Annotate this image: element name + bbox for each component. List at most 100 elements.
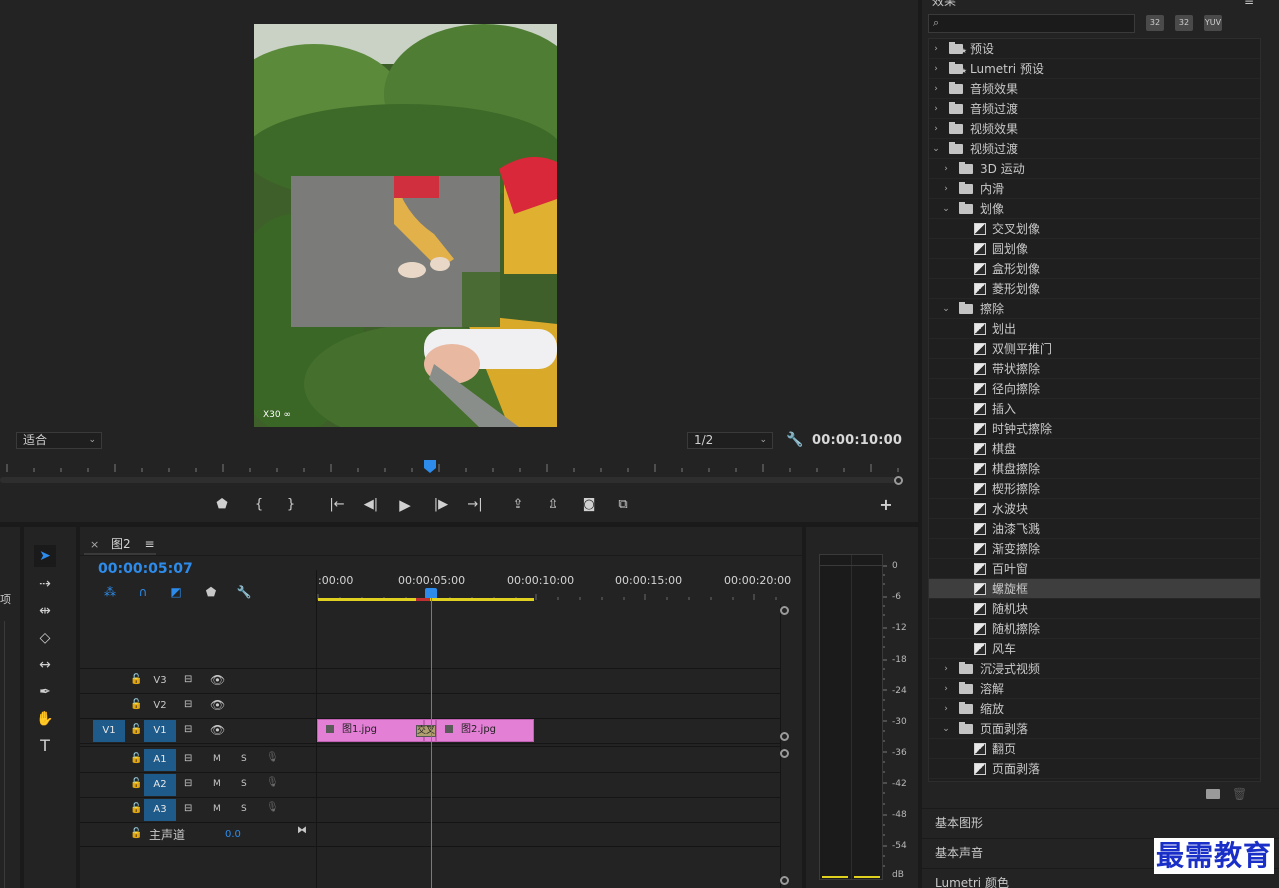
chevron-right-icon[interactable]: › — [941, 679, 951, 699]
effect-item[interactable]: 页面剥落 — [929, 759, 1260, 779]
clip-image-2[interactable]: 图2.jpg — [436, 719, 534, 742]
eye-icon[interactable]: 👁 — [210, 723, 225, 737]
button-editor-add-button[interactable]: + — [876, 495, 896, 515]
go-to-out-button[interactable]: →| — [465, 495, 485, 515]
effect-item[interactable]: 圆划像 — [929, 239, 1260, 259]
microphone-icon[interactable]: 🎙 — [266, 777, 279, 788]
snap-magnet-icon[interactable]: ∩ — [135, 585, 151, 601]
chevron-right-icon[interactable]: › — [931, 39, 941, 59]
lock-icon[interactable]: 🔓 — [130, 778, 142, 789]
effect-folder[interactable]: › 溶解 — [929, 679, 1260, 699]
track-label-v3[interactable]: V3 — [144, 670, 176, 692]
audio-scroll-handle-top[interactable] — [780, 749, 789, 758]
compare-view-button[interactable]: ⧉ — [613, 495, 633, 515]
effect-folder[interactable]: › ★ Lumetri 预设 — [929, 59, 1260, 79]
slip-tool[interactable]: ↔ — [34, 654, 56, 676]
go-to-end-icon[interactable]: ⧓ — [297, 825, 307, 836]
lock-icon[interactable]: 🔓 — [130, 674, 142, 685]
effect-item[interactable]: 交叉划像 — [929, 219, 1260, 239]
sync-lock-icon[interactable]: ⊟ — [184, 699, 192, 710]
chevron-down-icon[interactable]: ⌄ — [941, 299, 951, 319]
track-label-a1[interactable]: A1 — [144, 749, 176, 771]
extract-button[interactable]: ⇫ — [543, 495, 563, 515]
video-scroll-handle-top[interactable] — [780, 606, 789, 615]
program-playhead[interactable] — [424, 460, 436, 473]
sync-lock-icon[interactable]: ⊟ — [184, 803, 192, 814]
effect-item[interactable]: 径向擦除 — [929, 379, 1260, 399]
effect-item[interactable]: 插入 — [929, 399, 1260, 419]
chevron-down-icon[interactable]: ⌄ — [931, 139, 941, 159]
accelerated-effects-icon[interactable]: 32 — [1146, 15, 1164, 31]
lift-button[interactable]: ⇪ — [508, 495, 528, 515]
effect-folder[interactable]: ⌄ 视频过渡 — [929, 139, 1260, 159]
timeline-playhead-line[interactable] — [431, 596, 432, 888]
add-marker-icon[interactable]: ⬟ — [203, 585, 219, 601]
hand-tool[interactable]: ✋ — [34, 708, 56, 730]
transition-marker[interactable]: 交叉 — [416, 725, 436, 737]
solo-button[interactable]: S — [241, 804, 247, 814]
video-scroll-handle-bottom[interactable] — [780, 732, 789, 741]
chevron-right-icon[interactable]: › — [941, 659, 951, 679]
program-zoom-scrollbar[interactable] — [0, 477, 896, 483]
close-icon[interactable]: × — [90, 538, 99, 551]
linked-selection-icon[interactable]: ◩ — [168, 585, 184, 601]
effect-item[interactable]: 随机擦除 — [929, 619, 1260, 639]
track-label-a2[interactable]: A2 — [144, 774, 176, 796]
lock-icon[interactable]: 🔓 — [130, 753, 142, 764]
mute-button[interactable]: M — [213, 779, 221, 789]
track-select-tool[interactable]: ⇢ — [34, 573, 56, 595]
sync-lock-icon[interactable]: ⊟ — [184, 724, 192, 735]
selection-tool[interactable]: ➤ — [34, 545, 56, 567]
lock-icon[interactable]: 🔓 — [130, 803, 142, 814]
play-button[interactable]: ▶ — [395, 495, 415, 515]
effect-item[interactable]: 百叶窗 — [929, 559, 1260, 579]
wrench-icon[interactable]: 🔧 — [786, 432, 803, 448]
chevron-right-icon[interactable]: › — [931, 59, 941, 79]
sync-lock-icon[interactable]: ⊟ — [184, 674, 192, 685]
effect-item[interactable]: 菱形划像 — [929, 279, 1260, 299]
step-forward-button[interactable]: |▶ — [431, 495, 451, 515]
mark-out-button[interactable]: } — [281, 495, 301, 515]
effect-folder[interactable]: › 音频效果 — [929, 79, 1260, 99]
program-video-frame[interactable]: X30 ∞ — [254, 24, 557, 427]
panel-menu-icon[interactable]: ≡ — [145, 537, 155, 551]
track-label-v1[interactable]: V1 — [144, 720, 176, 742]
effect-folder[interactable]: ⌄ 划像 — [929, 199, 1260, 219]
effect-item[interactable]: 双侧平推门 — [929, 339, 1260, 359]
effects-search-input[interactable]: ⌕ — [928, 14, 1135, 33]
effect-item[interactable]: 翻页 — [929, 739, 1260, 759]
step-back-button[interactable]: ◀| — [361, 495, 381, 515]
effect-folder[interactable]: ⌄ 擦除 — [929, 299, 1260, 319]
chevron-right-icon[interactable]: › — [931, 99, 941, 119]
program-mini-ruler[interactable] — [0, 458, 905, 474]
effect-folder[interactable]: › 音频过渡 — [929, 99, 1260, 119]
essential-graphics-panel-tab[interactable]: 基本图形 — [922, 808, 1279, 836]
go-to-in-button[interactable]: |← — [327, 495, 347, 515]
effect-item[interactable]: 螺旋框 — [929, 579, 1260, 599]
effect-item[interactable]: 随机块 — [929, 599, 1260, 619]
type-tool[interactable]: T — [34, 735, 56, 757]
effect-item[interactable]: 时钟式擦除 — [929, 419, 1260, 439]
solo-button[interactable]: S — [241, 779, 247, 789]
effect-item[interactable]: 带状擦除 — [929, 359, 1260, 379]
32bit-effects-icon[interactable]: 32 — [1175, 15, 1193, 31]
audio-scroll-handle-bottom[interactable] — [780, 876, 789, 885]
sequence-timecode[interactable]: 00:00:05:07 — [98, 561, 193, 577]
effect-item[interactable]: 棋盘 — [929, 439, 1260, 459]
master-volume-value[interactable]: 0.0 — [225, 829, 241, 840]
timeline-vertical-scrollbar[interactable] — [780, 605, 790, 888]
effect-item[interactable]: 楔形擦除 — [929, 479, 1260, 499]
fit-select[interactable]: 适合 ⌄ — [16, 432, 102, 449]
add-marker-button[interactable]: ⬟ — [212, 495, 232, 515]
effect-item[interactable]: 油漆飞溅 — [929, 519, 1260, 539]
eye-icon[interactable]: 👁 — [210, 698, 225, 712]
lock-icon[interactable]: 🔓 — [130, 724, 142, 735]
effect-folder[interactable]: › 视频效果 — [929, 119, 1260, 139]
export-frame-button[interactable]: ◙ — [579, 495, 599, 515]
program-timecode[interactable]: 00:00:10:00 — [812, 433, 902, 448]
effect-item[interactable]: 风车 — [929, 639, 1260, 659]
new-bin-icon[interactable] — [1206, 789, 1220, 799]
chevron-right-icon[interactable]: › — [941, 179, 951, 199]
yuv-effects-icon[interactable]: YUV — [1204, 15, 1222, 31]
effect-folder[interactable]: › ★ 预设 — [929, 39, 1260, 59]
